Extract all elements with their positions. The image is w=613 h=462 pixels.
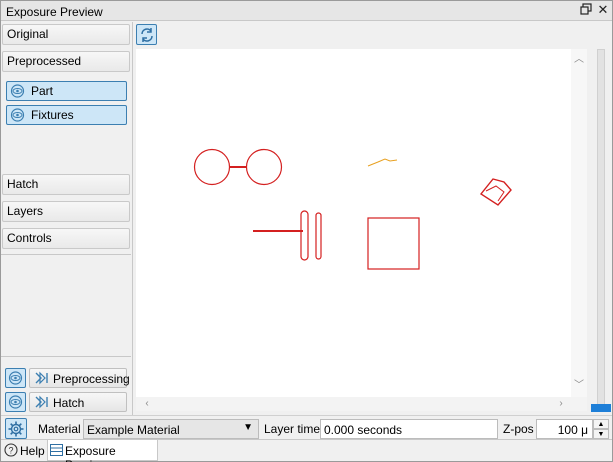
hatch-label: Hatch: [53, 396, 85, 410]
window-title: Exposure Preview: [6, 5, 103, 19]
sidebar-item-fixtures[interactable]: Fixtures: [6, 105, 127, 125]
status-bar: Material Example Material ▼ Layer time 0…: [1, 415, 612, 439]
close-icon[interactable]: ✕: [596, 3, 610, 17]
eye-icon: [8, 371, 23, 385]
spin-up-icon[interactable]: ▲: [593, 419, 609, 429]
material-value: Example Material: [87, 423, 180, 437]
dumbbell-part: [193, 148, 283, 186]
settings-button[interactable]: [5, 418, 27, 439]
sidebar-item-original[interactable]: Original: [2, 24, 130, 45]
tab-bar: ? Help Exposure Preview: [1, 439, 612, 462]
sidebar-item-hatch[interactable]: Hatch: [2, 174, 130, 195]
exposure-scene: [193, 148, 512, 270]
eye-icon: [10, 84, 25, 98]
gear-icon: [8, 421, 24, 437]
exposure-preview-window: Exposure Preview ✕ Original Preprocessed…: [0, 0, 613, 462]
preprocessing-visibility-toggle[interactable]: [5, 368, 26, 388]
title-bar: Exposure Preview ✕: [1, 1, 612, 21]
sidebar-item-part[interactable]: Part: [6, 81, 127, 101]
refresh-button[interactable]: [136, 24, 157, 45]
eye-icon: [8, 395, 23, 409]
hatch-button[interactable]: Hatch: [29, 392, 127, 412]
refresh-icon: [141, 28, 153, 42]
spin-down-icon[interactable]: ▼: [593, 429, 609, 439]
svg-text:?: ?: [8, 446, 13, 456]
layer-slider-track: [597, 49, 605, 411]
fixtures-label: Fixtures: [31, 108, 74, 122]
chevron-left-icon[interactable]: ‹: [140, 397, 154, 411]
hatch-path: [367, 158, 398, 167]
float-icon[interactable]: [579, 3, 593, 17]
tab-exposure-preview[interactable]: Exposure Preview: [47, 440, 158, 462]
zpos-field[interactable]: 100 μ: [536, 419, 593, 439]
part-label: Part: [31, 84, 54, 98]
horizontal-scrollbar[interactable]: ‹ ›: [136, 397, 587, 411]
step-forward-icon: [35, 395, 48, 409]
vertical-scrollbar[interactable]: ︿ ﹀: [571, 49, 587, 397]
step-forward-icon: [35, 371, 48, 385]
sidebar-divider: [1, 356, 131, 357]
eye-icon: [10, 108, 25, 122]
rod-part: [253, 210, 322, 261]
preprocessing-label: Preprocessing: [53, 372, 130, 386]
chevron-down-icon: ▼: [243, 422, 253, 433]
sidebar-item-preprocessed[interactable]: Preprocessed: [2, 51, 130, 72]
sidebar: Original Preprocessed Part Fixtures Hatc…: [1, 22, 133, 416]
layer-slider[interactable]: [591, 49, 611, 413]
tab-help[interactable]: ? Help: [2, 440, 47, 461]
zpos-label: Z-pos: [503, 422, 534, 436]
layer-time-label: Layer time: [264, 422, 321, 436]
zpos-spinner[interactable]: ▲ ▼: [593, 419, 609, 439]
chevron-up-icon[interactable]: ︿: [571, 53, 587, 67]
chevron-down-icon[interactable]: ﹀: [571, 379, 587, 393]
preview-canvas[interactable]: [136, 49, 571, 397]
layer-slider-handle[interactable]: [591, 404, 611, 412]
tab-exposure-preview-label: Exposure Preview: [65, 444, 116, 462]
material-label: Material: [38, 422, 81, 436]
square-part: [367, 217, 420, 270]
help-icon: ?: [4, 443, 18, 457]
layer-time-field[interactable]: 0.000 seconds: [320, 419, 498, 439]
chevron-right-icon[interactable]: ›: [554, 397, 568, 411]
hatch-visibility-toggle[interactable]: [5, 392, 26, 412]
preprocessing-button[interactable]: Preprocessing: [29, 368, 130, 388]
layer-time-value: 0.000 seconds: [324, 423, 403, 437]
list-icon: [50, 444, 63, 456]
sidebar-item-controls[interactable]: Controls: [2, 228, 130, 249]
zpos-value: 100 μ: [557, 423, 588, 437]
material-select[interactable]: Example Material ▼: [83, 419, 259, 439]
tab-help-label: Help: [20, 444, 45, 458]
sidebar-divider: [1, 254, 131, 255]
sidebar-item-layers[interactable]: Layers: [2, 201, 130, 222]
pentagon-part: [479, 178, 512, 206]
